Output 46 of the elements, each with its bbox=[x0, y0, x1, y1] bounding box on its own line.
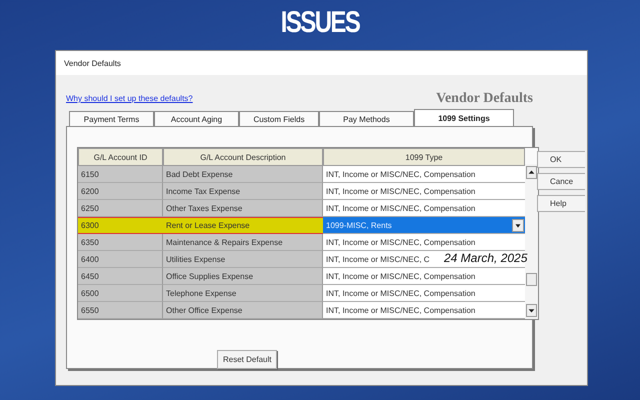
table-cell: 6200 bbox=[78, 183, 163, 200]
table-cell: Bad Debt Expense bbox=[163, 166, 323, 183]
table-cell[interactable]: INT, Income or MISC/NEC, Compensation bbox=[323, 183, 525, 200]
table-cell[interactable]: INT, Income or MISC/NEC, Compensation bbox=[323, 285, 525, 302]
table-cell: 6300 bbox=[78, 217, 163, 234]
help-link[interactable]: Why should I set up these defaults? bbox=[66, 94, 193, 103]
date-caption: 24 March, 2025 bbox=[444, 251, 528, 265]
tab[interactable]: Payment Terms bbox=[69, 111, 154, 126]
tab[interactable]: Custom Fields bbox=[239, 111, 319, 126]
table-cell: Rent or Lease Expense bbox=[163, 217, 323, 234]
scroll-down-icon[interactable] bbox=[526, 304, 537, 317]
dialog-button[interactable]: Help bbox=[537, 195, 585, 212]
table-cell[interactable]: INT, Income or MISC/NEC, Compensation bbox=[323, 166, 525, 183]
table-cell: Other Taxes Expense bbox=[163, 200, 323, 217]
table-cell: 6150 bbox=[78, 166, 163, 183]
table-cell: 6550 bbox=[78, 302, 163, 319]
table-cell: Maintenance & Repairs Expense bbox=[163, 234, 323, 251]
dialog-button[interactable]: Cance bbox=[537, 173, 585, 190]
dialog-button[interactable]: OK bbox=[537, 151, 585, 168]
tab[interactable]: Pay Methods bbox=[319, 111, 414, 126]
table-cell: Other Office Expense bbox=[163, 302, 323, 319]
table-cell[interactable]: INT, Income or MISC/NEC, Compensation bbox=[323, 234, 525, 251]
type-dropdown[interactable]: 1099-MISC, Rents bbox=[323, 217, 525, 234]
column-header: G/L Account Description bbox=[163, 148, 323, 166]
slide-title: ISSUES bbox=[280, 6, 360, 40]
table-cell: 6450 bbox=[78, 268, 163, 285]
scroll-up-icon[interactable] bbox=[526, 166, 537, 179]
table-cell[interactable]: INT, Income or MISC/NEC, Compensation bbox=[323, 200, 525, 217]
reset-default-button[interactable]: Reset Default bbox=[217, 350, 278, 369]
tab[interactable]: 1099 Settings bbox=[414, 109, 514, 126]
tab[interactable]: Account Aging bbox=[154, 111, 239, 126]
table-cell: 6250 bbox=[78, 200, 163, 217]
table-cell[interactable]: INT, Income or MISC/NEC, Compensation bbox=[323, 268, 525, 285]
column-header: 1099 Type bbox=[323, 148, 525, 166]
table-cell[interactable]: INT, Income or MISC/NEC, Compensation bbox=[323, 302, 525, 319]
column-header: G/L Account ID bbox=[78, 148, 163, 166]
table-cell: Income Tax Expense bbox=[163, 183, 323, 200]
table-cell: Office Supplies Expense bbox=[163, 268, 323, 285]
table-cell: 6350 bbox=[78, 234, 163, 251]
table-cell: Telephone Expense bbox=[163, 285, 323, 302]
table-cell: 6500 bbox=[78, 285, 163, 302]
scroll-thumb[interactable] bbox=[526, 273, 537, 286]
window-title: Vendor Defaults bbox=[64, 58, 121, 68]
table-cell: Utilities Expense bbox=[163, 251, 323, 268]
dialog-header: Vendor Defaults bbox=[436, 91, 533, 107]
table-cell: 6400 bbox=[78, 251, 163, 268]
